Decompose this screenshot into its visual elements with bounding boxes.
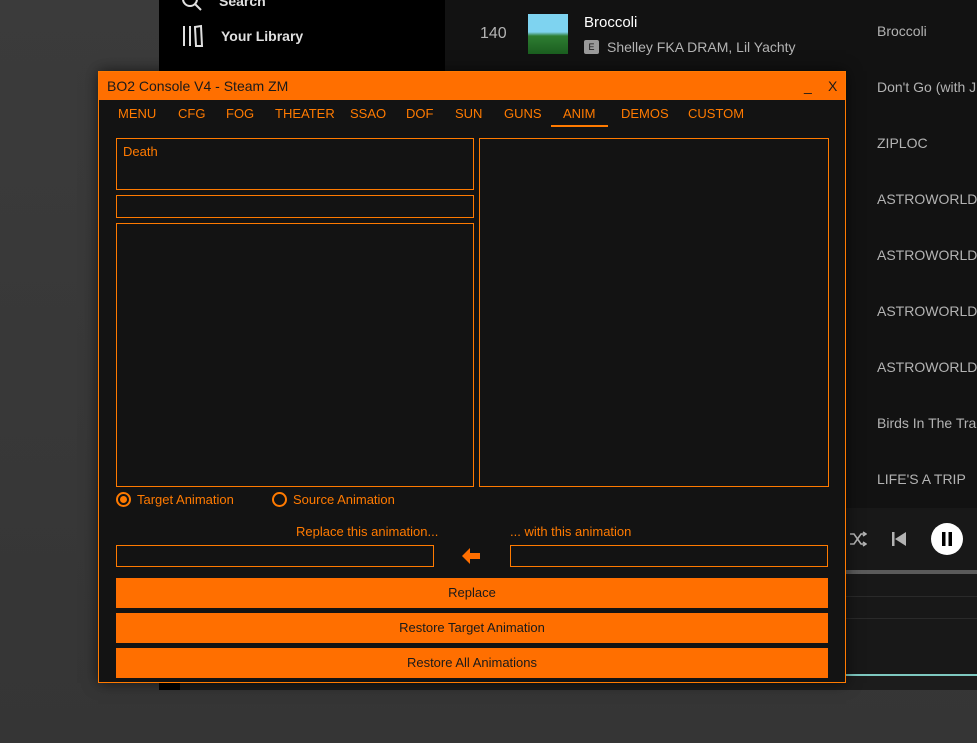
tab-guns[interactable]: GUNS <box>504 106 542 125</box>
close-button[interactable]: X <box>828 78 837 94</box>
category-text: Death <box>123 144 158 159</box>
album-name[interactable]: Birds In The Trap <box>877 415 977 431</box>
category-box[interactable]: Death <box>116 138 474 190</box>
tab-fog[interactable]: FOG <box>226 106 254 125</box>
album-name[interactable]: ZIPLOC <box>877 135 928 151</box>
tab-demos[interactable]: DEMOS <box>621 106 669 125</box>
tab-custom[interactable]: CUSTOM <box>688 106 744 125</box>
arrow-left-icon[interactable] <box>459 544 483 568</box>
album-name[interactable]: Broccoli <box>877 23 927 39</box>
restore-target-button[interactable]: Restore Target Animation <box>116 613 828 643</box>
track-artist[interactable]: Shelley FKA DRAM, Lil Yachty <box>607 39 796 55</box>
animation-detail-list[interactable] <box>479 138 829 487</box>
progress-bar[interactable] <box>846 570 977 574</box>
previous-icon[interactable] <box>891 531 907 547</box>
tab-cfg[interactable]: CFG <box>178 106 205 125</box>
album-name[interactable]: ASTROWORLD <box>877 303 977 319</box>
track-title[interactable]: Broccoli <box>584 14 637 31</box>
sidebar-item-search[interactable]: Search <box>181 0 266 12</box>
tab-anim[interactable]: ANIM <box>551 106 608 127</box>
album-name[interactable]: ASTROWORLD <box>877 359 977 375</box>
animation-list[interactable] <box>116 223 474 487</box>
album-name[interactable]: Don't Go (with J <box>877 79 976 95</box>
with-label: ... with this animation <box>510 524 632 539</box>
restore-all-button[interactable]: Restore All Animations <box>116 648 828 678</box>
tab-bar: MENU CFG FOG THEATER SSAO DOF SUN GUNS A… <box>99 100 845 130</box>
tab-sun[interactable]: SUN <box>455 106 482 125</box>
search-icon <box>182 0 202 11</box>
radio-source-animation[interactable]: Source Animation <box>272 492 395 507</box>
radio-source-indicator[interactable] <box>272 492 287 507</box>
album-name[interactable]: ASTROWORLD <box>877 247 977 263</box>
library-icon <box>183 24 204 47</box>
album-name[interactable]: ASTROWORLD <box>877 191 977 207</box>
with-field[interactable] <box>510 545 828 567</box>
animation-search-input[interactable] <box>116 195 474 218</box>
album-name[interactable]: LIFE'S A TRIP <box>877 471 966 487</box>
track-number: 140 <box>480 25 507 42</box>
radio-target-indicator[interactable] <box>116 492 131 507</box>
tab-ssao[interactable]: SSAO <box>350 106 386 125</box>
pause-button[interactable] <box>931 523 963 555</box>
tab-dof[interactable]: DOF <box>406 106 433 125</box>
window-title: BO2 Console V4 - Steam ZM <box>107 78 289 94</box>
sidebar-item-library[interactable]: Your Library <box>181 24 303 48</box>
radio-target-animation[interactable]: Target Animation <box>116 492 234 507</box>
tab-theater[interactable]: THEATER <box>275 106 335 125</box>
radio-target-label: Target Animation <box>137 492 234 507</box>
radio-source-label: Source Animation <box>293 492 395 507</box>
album-cover <box>528 14 568 54</box>
pause-icon <box>942 532 952 546</box>
replace-button[interactable]: Replace <box>116 578 828 608</box>
replace-label: Replace this animation... <box>296 524 439 539</box>
title-bar[interactable]: BO2 Console V4 - Steam ZM _ X <box>99 72 845 100</box>
minimize-button[interactable]: _ <box>804 78 812 94</box>
sidebar-search-label: Search <box>219 0 266 9</box>
explicit-badge: E <box>584 40 599 54</box>
divider <box>846 618 977 619</box>
sidebar-library-label: Your Library <box>221 28 304 44</box>
shuffle-icon[interactable] <box>849 531 867 547</box>
console-window: BO2 Console V4 - Steam ZM _ X MENU CFG F… <box>98 71 846 683</box>
divider <box>846 596 977 597</box>
replace-field[interactable] <box>116 545 434 567</box>
tab-menu[interactable]: MENU <box>118 106 156 125</box>
